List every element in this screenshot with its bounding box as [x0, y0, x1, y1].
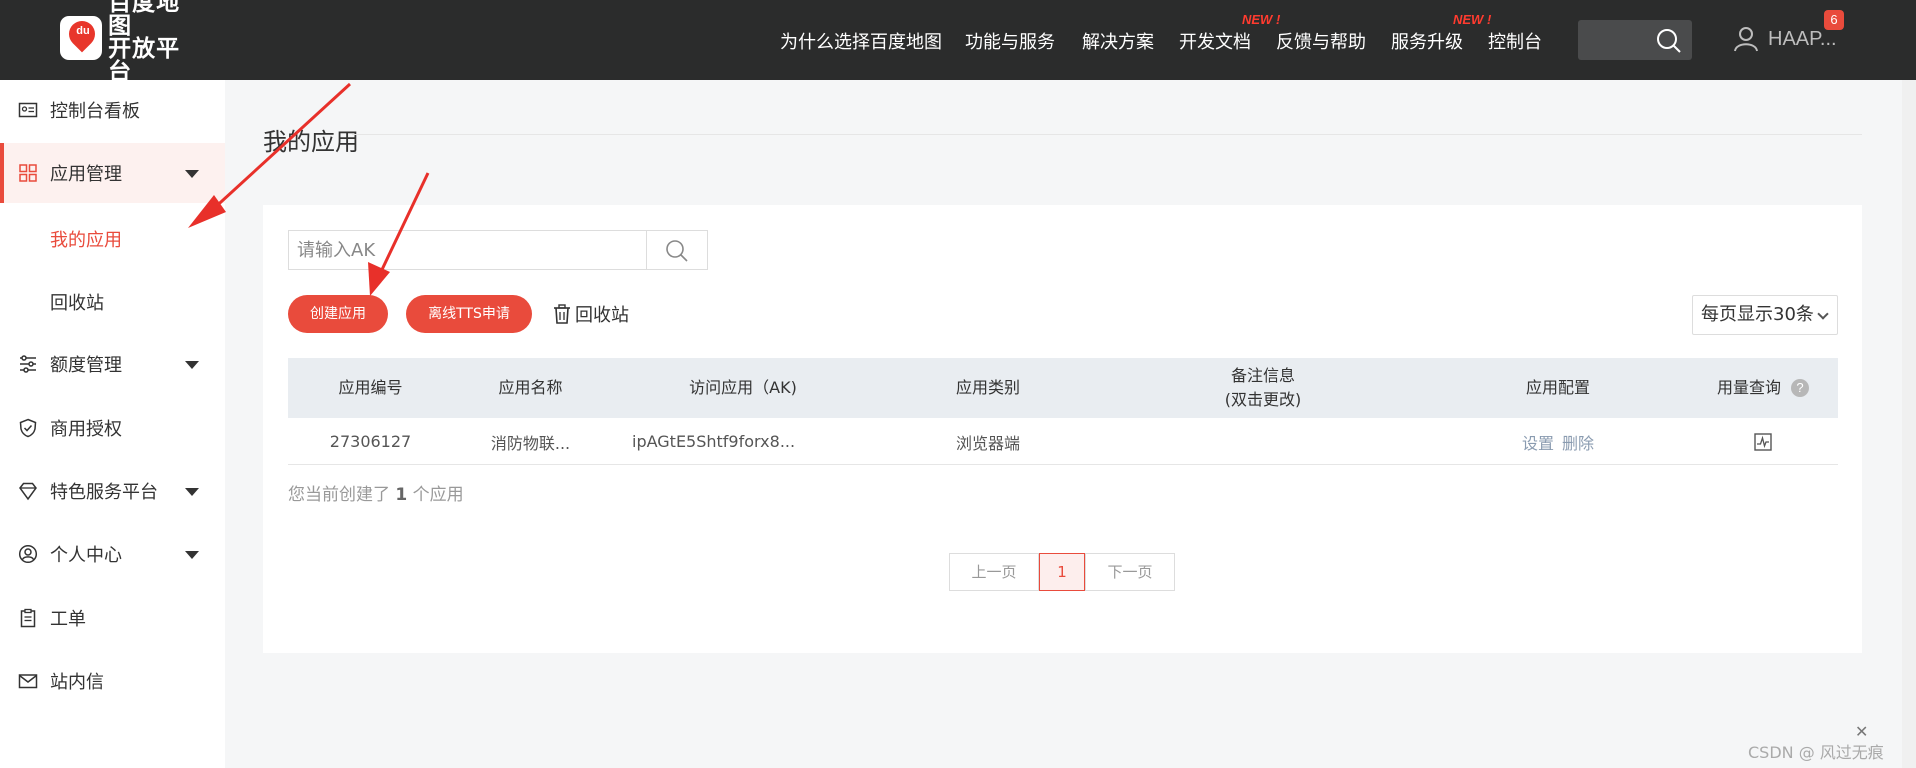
nav-console[interactable]: 控制台 — [1488, 28, 1542, 54]
logo-pin-icon: du — [60, 15, 103, 60]
settings-link[interactable]: 设置 — [1522, 430, 1554, 454]
create-app-button[interactable]: 创建应用 — [288, 295, 388, 333]
sidebar-item-personal-center[interactable]: 个人中心 — [0, 524, 225, 584]
top-navbar: du 百度地图 开放平台 为什么选择百度地图 功能与服务 解决方案 开发文档 N… — [0, 0, 1916, 84]
title-divider — [352, 134, 1862, 135]
help-icon[interactable]: ? — [1791, 379, 1809, 397]
page-1-button[interactable]: 1 — [1039, 553, 1085, 591]
nav-dev-docs[interactable]: 开发文档 — [1179, 28, 1251, 54]
baidu-map-logo[interactable]: du 百度地图 开放平台 — [60, 0, 200, 84]
cell-app-id: 27306127 — [329, 432, 412, 451]
delete-link[interactable]: 删除 — [1562, 430, 1594, 454]
sidebar-item-label: 额度管理 — [50, 355, 122, 376]
table-row: 27306127 消防物联... ipAGtE5Shtf9forx8... 浏览… — [288, 418, 1838, 465]
ak-search — [288, 230, 708, 270]
cell-app-name: 消防物联... — [490, 433, 571, 453]
caret-down-icon — [185, 551, 199, 559]
app-count: 1 — [395, 485, 408, 505]
nav-features[interactable]: 功能与服务 — [965, 28, 1055, 54]
search-icon[interactable] — [1656, 28, 1682, 54]
ak-search-input[interactable] — [289, 231, 647, 269]
col-app-id: 应用编号 — [338, 378, 403, 397]
grid-apps-icon — [19, 164, 37, 182]
sidebar-item-featured-services[interactable]: 特色服务平台 — [0, 461, 225, 521]
cell-category: 浏览器端 — [955, 433, 1020, 453]
table-header: 应用编号 应用名称 访问应用（AK) 应用类别 备注信息 (双击更改) 应用配置… — [288, 358, 1838, 418]
sidebar-item-quota[interactable]: 额度管理 — [0, 334, 225, 394]
offline-tts-apply-button[interactable]: 离线TTS申请 — [406, 295, 532, 333]
usage-chart-icon[interactable] — [1754, 432, 1772, 451]
sidebar-item-app-management[interactable]: 应用管理 — [0, 143, 225, 203]
prev-page-button[interactable]: 上一页 — [949, 553, 1039, 591]
app-count-summary: 您当前创建了 1 个应用 — [288, 485, 464, 505]
page-title: 我的应用 — [263, 128, 359, 156]
nav-why-baidu[interactable]: 为什么选择百度地图 — [780, 28, 942, 54]
recycle-bin-label: 回收站 — [575, 305, 629, 326]
mail-icon — [18, 674, 38, 689]
nav-upgrade[interactable]: 服务升级 — [1391, 28, 1463, 54]
col-note: 备注信息 (双击更改) — [1224, 366, 1302, 409]
scrollbar[interactable] — [1902, 80, 1916, 768]
user-circle-icon — [18, 544, 38, 564]
col-category: 应用类别 — [955, 378, 1020, 397]
sliders-icon — [20, 355, 36, 373]
watermark: CSDN @ 风过无痕 — [1748, 743, 1884, 762]
sidebar-item-inbox[interactable]: 站内信 — [0, 651, 225, 711]
chevron-down-icon — [1817, 308, 1829, 320]
sidebar-subitem-my-apps[interactable]: 我的应用 — [50, 226, 122, 252]
caret-down-icon — [185, 170, 199, 178]
col-ak: 访问应用（AK) — [689, 378, 797, 397]
col-config: 应用配置 — [1525, 378, 1590, 397]
trash-icon — [554, 304, 570, 324]
user-name[interactable]: HAAP... — [1768, 28, 1837, 51]
sidebar-item-label: 商用授权 — [50, 419, 122, 440]
sidebar-item-label: 控制台看板 — [50, 101, 140, 122]
cell-ak: ipAGtE5Shtf9forx8... — [632, 432, 796, 451]
sidebar-item-label: 个人中心 — [50, 545, 122, 566]
logo-text: 百度地图 开放平台 — [108, 0, 181, 85]
clipboard-icon — [20, 608, 36, 628]
sidebar-item-label: 应用管理 — [50, 164, 122, 185]
cell-config: 设置 删除 — [1428, 418, 1688, 465]
diamond-icon — [19, 482, 37, 501]
caret-down-icon — [185, 361, 199, 369]
per-page-value: 每页显示30条 — [1701, 304, 1814, 325]
notification-badge[interactable]: 6 — [1824, 10, 1844, 30]
next-page-button[interactable]: 下一页 — [1085, 553, 1175, 591]
nav-feedback[interactable]: 反馈与帮助 — [1276, 28, 1366, 54]
sidebar-item-dashboard[interactable]: 控制台看板 — [0, 80, 225, 140]
top-search-box[interactable] — [1578, 20, 1692, 60]
sidebar-item-label: 站内信 — [50, 672, 104, 693]
user-icon — [1734, 27, 1758, 52]
shield-check-icon — [19, 418, 37, 438]
recycle-bin-link[interactable]: 回收站 — [553, 301, 629, 327]
sidebar: 控制台看板 应用管理 我的应用 回收站 额度管理 商用授权 特色服务平台 个人中… — [0, 80, 225, 768]
ak-search-button[interactable] — [647, 231, 707, 269]
sidebar-item-label: 特色服务平台 — [50, 482, 158, 503]
search-icon — [666, 240, 688, 262]
col-app-name: 应用名称 — [498, 378, 563, 397]
sidebar-subitem-recycle-bin[interactable]: 回收站 — [50, 289, 104, 315]
new-badge-upgrade: NEW ! — [1453, 12, 1492, 27]
sidebar-item-work-order[interactable]: 工单 — [0, 588, 225, 648]
nav-solutions[interactable]: 解决方案 — [1082, 28, 1154, 54]
dashboard-card-icon — [18, 102, 38, 118]
user-menu[interactable]: HAAP... 6 — [1734, 10, 1844, 54]
per-page-select[interactable]: 每页显示30条 — [1692, 295, 1838, 335]
cell-note[interactable] — [1098, 418, 1428, 465]
cell-usage — [1688, 418, 1838, 465]
new-badge-docs: NEW ! — [1242, 12, 1281, 27]
col-usage: 用量查询 ? — [1688, 358, 1838, 418]
caret-down-icon — [185, 488, 199, 496]
sidebar-item-label: 工单 — [50, 609, 86, 630]
sidebar-item-commercial-license[interactable]: 商用授权 — [0, 398, 225, 458]
